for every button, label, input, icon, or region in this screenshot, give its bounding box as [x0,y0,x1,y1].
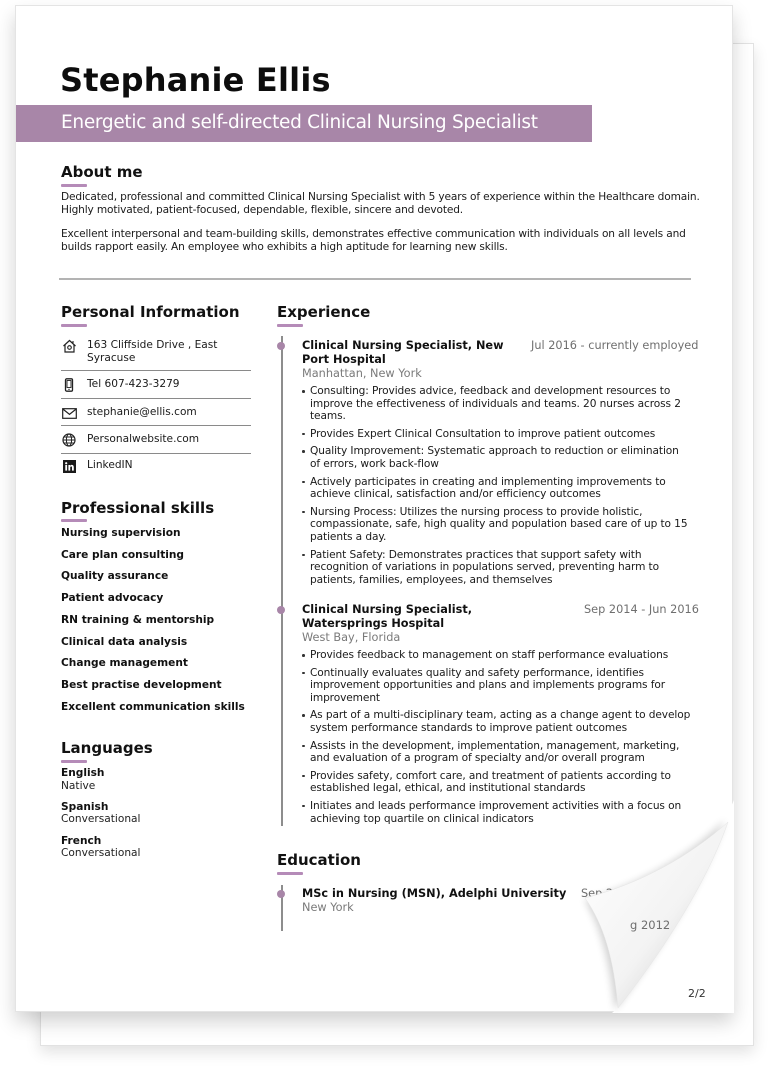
education-underline [277,872,303,875]
degree-title: MSc in Nursing (MSN), Adelphi University [302,887,567,900]
address-item: 163 Cliffside Drive , East Syracuse [61,339,251,365]
job-title: Clinical Nursing Specialist, Waterspring… [302,603,473,630]
bullet-item: Patient Safety: Demonstrates practices t… [302,549,692,587]
job-location: West Bay, Florida [302,631,401,644]
experience-timeline [281,336,283,826]
job-bullets: Consulting: Provides advice, feedback an… [302,385,692,591]
bullet-item: Provides Expert Clinical Consultation to… [302,428,692,441]
personal-info-heading: Personal Information [61,303,240,321]
home-icon [61,339,77,353]
language-name: Spanish [61,801,109,813]
bullet-item: Assists in the development, implementati… [302,740,692,765]
website-link[interactable]: Personalwebsite.com [87,433,199,446]
skill-item: Patient advocacy [61,592,164,604]
skill-item: RN training & mentorship [61,614,215,626]
bullet-item: Provides feedback to management on staff… [302,649,692,662]
phone-icon [61,378,77,392]
info-separator [61,398,251,399]
job-location: Manhattan, New York [302,367,422,380]
phone-text: Tel 607-423-3279 [87,378,180,390]
education-date: Sep 2012 - Aug 2014 [581,887,701,900]
skill-item: Nursing supervision [61,527,181,539]
bullet-item: Initiates and leads performance improvem… [302,800,692,825]
info-separator [61,370,251,371]
email-item[interactable]: stephanie@ellis.com [61,406,251,420]
email-link[interactable]: stephanie@ellis.com [87,406,197,419]
job-bullets: Provides feedback to management on staff… [302,649,692,830]
language-name: French [61,835,102,847]
job-date: Jul 2016 - currently employed [531,339,699,352]
job-title: Clinical Nursing Specialist, New Port Ho… [302,339,504,366]
linkedin-icon [61,459,77,473]
timeline-dot [277,342,285,350]
skill-item: Quality assurance [61,570,169,582]
info-separator [61,425,251,426]
bullet-item: Nursing Process: Utilizes the nursing pr… [302,506,692,544]
skill-item: Care plan consulting [61,549,185,561]
linkedin-link[interactable]: LinkedIN [87,459,133,472]
bullet-item: Quality Improvement: Systematic approach… [302,445,692,470]
about-paragraph: Dedicated, professional and committed Cl… [61,191,700,217]
skills-heading: Professional skills [61,499,215,517]
bullet-item: Actively participates in creating and im… [302,476,692,501]
language-level: Conversational [61,813,141,825]
website-item[interactable]: Personalwebsite.com [61,433,251,447]
about-underline [61,184,87,187]
languages-underline [61,760,87,763]
linkedin-item[interactable]: LinkedIN [61,459,251,473]
candidate-name: Stephanie Ellis [60,61,331,99]
language-name: English [61,767,105,779]
language-level: Native [61,780,96,792]
bullet-item: As part of a multi-disciplinary team, ac… [302,709,692,734]
timeline-dot [277,606,285,614]
skill-item: Change management [61,657,188,669]
education-location: New York [302,901,354,914]
skills-underline [61,519,87,522]
bullet-item: Continually evaluates quality and safety… [302,667,692,705]
job-date: Sep 2014 - Jun 2016 [584,603,699,616]
education-heading: Education [277,851,361,869]
bullet-item: Provides safety, comfort care, and treat… [302,770,692,795]
skill-item: Excellent communication skills [61,701,245,713]
languages-heading: Languages [61,739,153,757]
info-separator [61,453,251,454]
address-text: 163 Cliffside Drive , East Syracuse [87,339,218,364]
timeline-dot [277,890,285,898]
personal-info-underline [61,324,87,327]
experience-underline [277,324,303,327]
phone-item: Tel 607-423-3279 [61,378,251,392]
about-heading: About me [61,163,143,181]
back-page-date-fragment-visible: g 2012 [630,918,671,932]
bullet-item: Consulting: Provides advice, feedback an… [302,385,692,423]
section-divider [59,278,691,280]
experience-heading: Experience [277,303,371,321]
about-paragraph: Excellent interpersonal and team-buildin… [61,228,686,254]
language-level: Conversational [61,847,141,859]
globe-icon [61,433,77,447]
resume-page: Stephanie Ellis Energetic and self-direc… [15,5,733,1012]
page-number-visible: 2/2 [688,987,706,1000]
tagline: Energetic and self-directed Clinical Nur… [61,112,538,133]
email-icon [61,406,77,420]
skill-item: Best practise development [61,679,222,691]
skill-item: Clinical data analysis [61,636,188,648]
